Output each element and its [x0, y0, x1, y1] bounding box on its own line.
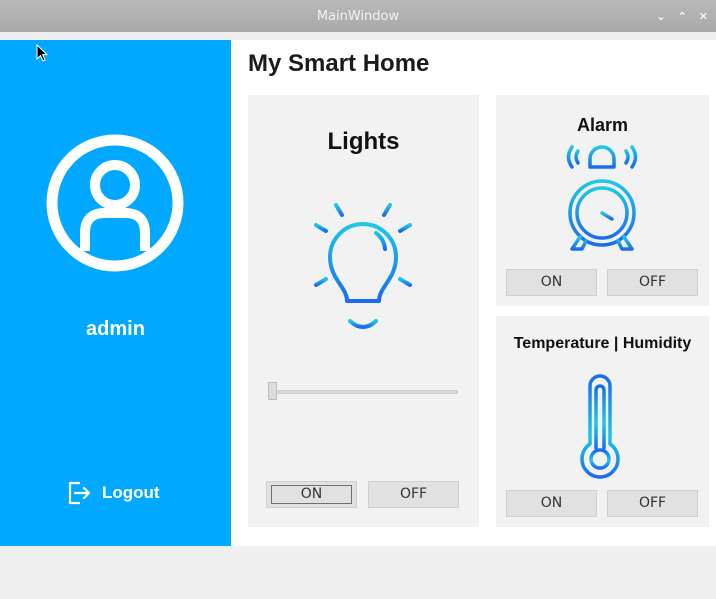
close-button[interactable]: ✕ — [699, 10, 708, 23]
temperature-on-button[interactable]: ON — [506, 490, 597, 517]
alarm-clock-icon — [566, 143, 638, 251]
window-title: MainWindow — [316, 8, 400, 24]
maximize-button[interactable]: ⌃ — [678, 10, 687, 23]
thermometer-icon — [580, 374, 638, 479]
mouse-pointer-icon — [36, 44, 49, 62]
slider-handle[interactable] — [268, 382, 277, 400]
temperature-humidity-card: Temperature | Humidity ON OFF — [496, 316, 709, 527]
logout-button[interactable]: Logout — [66, 480, 160, 506]
lights-card: Lights ON OFF — [248, 95, 479, 527]
alarm-card: Alarm ON OFF — [496, 95, 709, 306]
alarm-title: Alarm — [576, 115, 629, 135]
temperature-humidity-title: Temperature | Humidity — [513, 335, 692, 352]
alarm-off-button[interactable]: OFF — [607, 269, 698, 296]
minimize-button[interactable]: ⌄ — [656, 10, 665, 23]
temperature-off-button[interactable]: OFF — [607, 490, 698, 517]
slider-track — [268, 390, 458, 394]
lights-off-button[interactable]: OFF — [368, 481, 459, 508]
title-bar: MainWindow ⌄ ⌃ ✕ — [0, 0, 716, 32]
lights-on-button[interactable]: ON — [266, 481, 357, 508]
brightness-slider[interactable] — [268, 382, 458, 400]
user-avatar-icon — [46, 134, 184, 272]
window-controls: ⌄ ⌃ ✕ — [656, 0, 708, 32]
sidebar: admin Logout — [0, 40, 231, 546]
alarm-on-button[interactable]: ON — [506, 269, 597, 296]
main-panel: My Smart Home Lights ON OFF Alarm ON OFF… — [231, 40, 716, 546]
logout-label: Logout — [102, 483, 160, 502]
light-bulb-icon — [300, 195, 426, 329]
lights-title: Lights — [327, 128, 400, 155]
logout-icon — [68, 481, 91, 505]
username: admin — [86, 318, 145, 340]
page-title: My Smart Home — [248, 50, 430, 77]
